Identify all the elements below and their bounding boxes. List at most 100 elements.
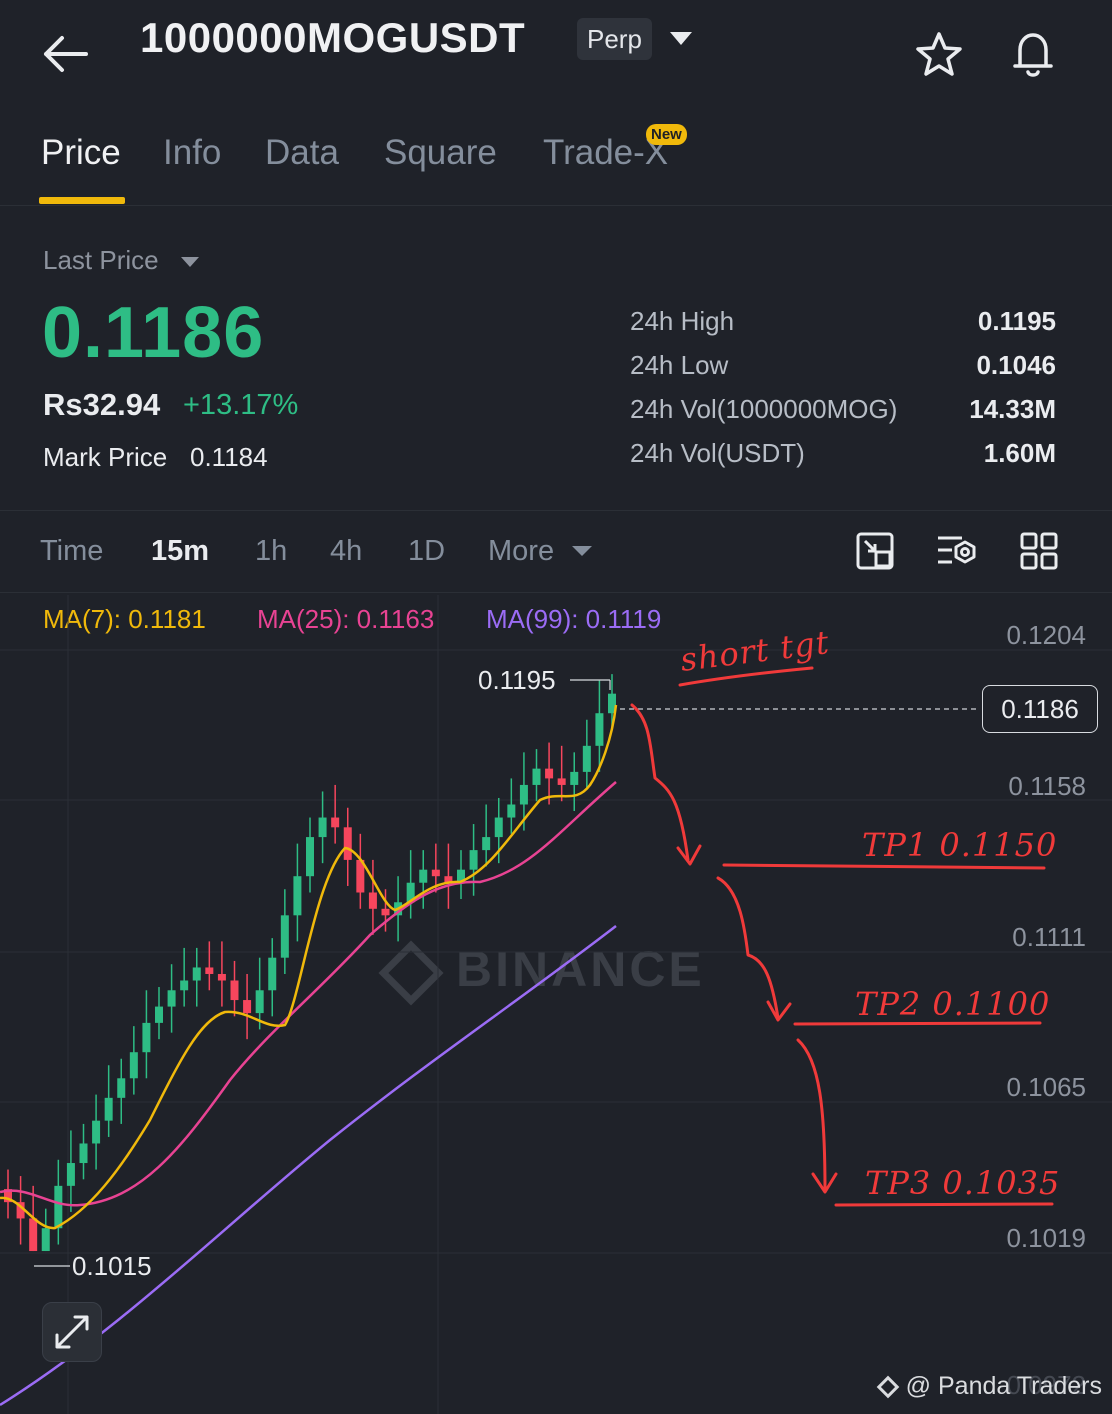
candle-body	[205, 967, 214, 974]
candle-body	[29, 1218, 38, 1252]
tp2-annotation: TP2 0.1100	[855, 985, 1051, 1023]
footer-credit: @ Panda Traders	[876, 1372, 1102, 1401]
candle-body	[293, 876, 302, 916]
candle-body	[54, 1185, 63, 1229]
interval-15m[interactable]: 15m	[151, 535, 209, 568]
y-axis-tick: 0.1111	[1012, 922, 1086, 952]
tab-data[interactable]: Data	[265, 133, 339, 173]
candle-body	[582, 745, 591, 772]
bell-icon[interactable]	[1008, 28, 1058, 80]
binance-logo-icon	[876, 1376, 899, 1399]
stat-label-24h-high: 24h High	[630, 306, 735, 336]
last-price-label[interactable]: Last Price	[43, 245, 159, 276]
candle-body	[155, 1006, 163, 1023]
candle-body	[532, 768, 541, 785]
tp2-underline	[793, 1021, 1042, 1026]
high-price-label: 0.1195	[478, 665, 556, 695]
candle-body	[79, 1143, 88, 1164]
candle-body	[230, 980, 239, 1001]
candle-body	[129, 1052, 138, 1079]
last-price-value: 0.1186	[42, 293, 265, 373]
header-bar: 1000000MOGUSDT Perp	[0, 0, 1112, 110]
candle-body	[318, 817, 327, 838]
candle-body	[331, 817, 340, 828]
candlestick-series	[4, 674, 616, 1252]
divider	[0, 510, 1112, 511]
arrowhead	[766, 1000, 792, 1022]
chevron-down-icon[interactable]	[668, 28, 694, 48]
candle-body	[117, 1078, 126, 1098]
y-axis-tick: 0.1019	[1006, 1223, 1086, 1253]
new-badge: New	[646, 124, 687, 145]
tp1-underline	[722, 863, 1046, 870]
stat-label-24h-vol-usdt: 24h Vol(USDT)	[630, 438, 805, 468]
candle-body	[368, 892, 377, 909]
candle-body	[557, 778, 566, 785]
candle-body	[180, 980, 189, 991]
candle-body	[104, 1097, 113, 1121]
interval-4h[interactable]: 4h	[330, 535, 362, 568]
chevron-down-icon[interactable]	[571, 544, 593, 558]
low-price-label: 0.1015	[72, 1251, 152, 1281]
candle-body	[519, 784, 528, 805]
stat-value-24h-vol-usdt: 1.60M	[983, 438, 1056, 468]
candle-body	[507, 804, 516, 818]
y-axis-tick: 0.1158	[1008, 771, 1086, 801]
stat-label-24h-low: 24h Low	[630, 350, 729, 380]
candle-body	[381, 908, 390, 916]
arrow-to-tp2	[716, 876, 780, 1020]
candle-body	[570, 771, 579, 785]
candle-body	[280, 915, 289, 958]
chart-type-icon[interactable]	[856, 532, 894, 570]
fullscreen-button[interactable]	[42, 1302, 102, 1362]
mark-price-label: Mark Price	[43, 442, 168, 472]
annotation-arrows	[630, 666, 1054, 1207]
stat-label-24h-vol-base: 24h Vol(1000000MOG)	[630, 394, 898, 424]
candle-body	[419, 869, 428, 883]
y-axis-tick: 0.1204	[1006, 620, 1086, 650]
favorite-star-icon[interactable]	[914, 30, 964, 78]
indicator-settings-icon[interactable]	[936, 532, 978, 570]
pair-title[interactable]: 1000000MOGUSDT	[140, 14, 525, 62]
candle-body	[306, 837, 314, 877]
interval-more[interactable]: More	[488, 535, 554, 568]
active-tab-indicator	[39, 197, 125, 204]
grid-layout-icon[interactable]	[1020, 532, 1058, 570]
current-price-tag: 0.1186	[982, 685, 1098, 733]
candle-body	[167, 990, 176, 1007]
y-axis-tick: 0.1065	[1006, 1072, 1086, 1102]
tab-info[interactable]: Info	[163, 133, 221, 173]
candle-body	[343, 827, 352, 860]
arrow-to-tp3	[796, 1038, 827, 1192]
tp1-annotation: TP1 0.1150	[862, 826, 1058, 864]
candle-body	[255, 990, 264, 1014]
fiat-price: Rs32.94	[43, 387, 161, 422]
divider	[0, 592, 1112, 593]
contract-type-badge: Perp	[577, 18, 652, 60]
candle-body	[494, 817, 503, 838]
chevron-down-icon[interactable]	[180, 255, 200, 269]
candle-body	[192, 967, 201, 981]
tab-price[interactable]: Price	[41, 133, 121, 173]
stat-value-24h-vol-base: 14.33M	[969, 394, 1056, 424]
interval-1h[interactable]: 1h	[255, 535, 287, 568]
expand-icon	[55, 1315, 89, 1349]
arrowhead	[676, 844, 702, 866]
interval-1d[interactable]: 1D	[408, 535, 445, 568]
interval-time[interactable]: Time	[40, 535, 103, 568]
candle-body	[92, 1120, 101, 1144]
tab-square[interactable]: Square	[384, 133, 497, 173]
price-change-percent: +13.17%	[183, 389, 299, 421]
candle-body	[243, 1000, 252, 1014]
mark-price-value: 0.1184	[190, 442, 268, 472]
candle-body	[595, 713, 604, 746]
candle-body	[41, 1228, 50, 1252]
divider	[0, 205, 1112, 206]
tp3-underline	[834, 1202, 1054, 1207]
back-arrow-icon[interactable]	[40, 30, 92, 78]
candle-body	[482, 837, 491, 851]
stat-value-24h-low: 0.1046	[976, 350, 1056, 380]
tp3-annotation: TP3 0.1035	[865, 1164, 1061, 1202]
arrow-to-tp1	[630, 703, 690, 862]
candle-body	[142, 1022, 151, 1053]
